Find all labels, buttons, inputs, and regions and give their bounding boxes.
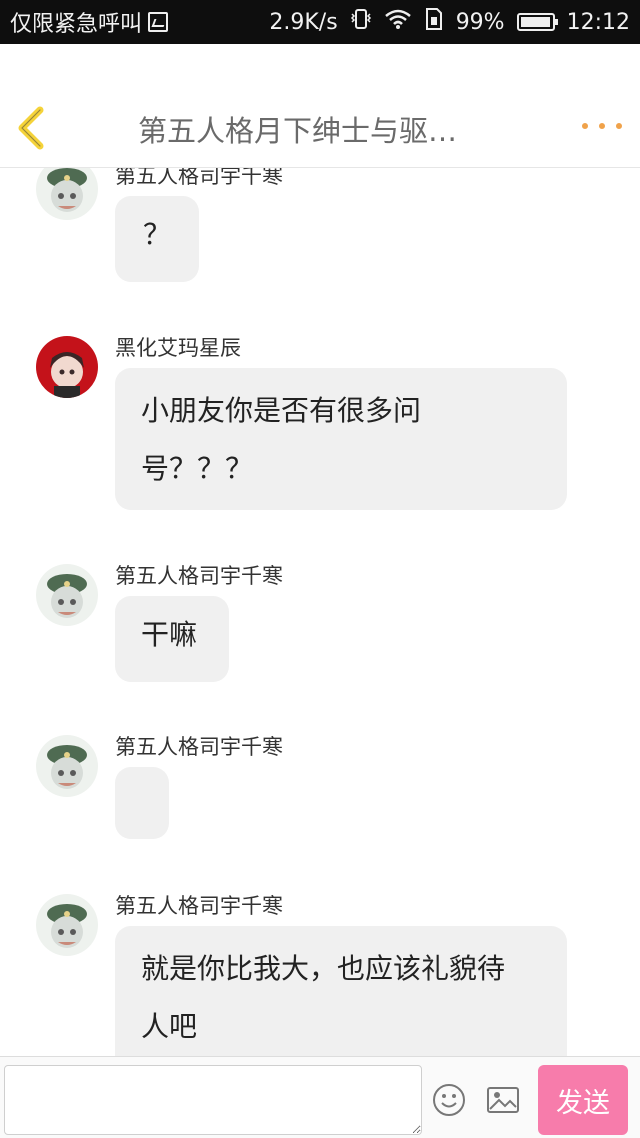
chat-title: 第五人格月下绅士与驱… <box>138 114 458 148</box>
emoji-button[interactable] <box>432 1083 466 1117</box>
send-button[interactable]: 发送 <box>538 1065 628 1135</box>
avatar[interactable] <box>36 564 98 626</box>
back-button[interactable] <box>14 106 54 150</box>
message-text: 就是你比我大，也应该礼貌待 <box>141 952 506 985</box>
avatar[interactable] <box>36 735 98 797</box>
message-item: 第五人格司宇千寒 ？ <box>0 168 640 286</box>
image-button[interactable] <box>486 1083 520 1117</box>
sim-icon <box>424 7 444 37</box>
message-text: 干嘛 <box>141 618 198 651</box>
avatar[interactable] <box>36 336 98 398</box>
carrier-text: 仅限紧急呼叫 <box>10 12 143 37</box>
clock: 12:12 <box>566 9 630 35</box>
message-bubble[interactable]: ？ <box>115 196 199 282</box>
wifi-icon <box>384 8 412 36</box>
more-dot-icon <box>616 123 622 129</box>
emoji-icon <box>433 1084 465 1116</box>
input-bar: 发送 <box>0 1056 640 1138</box>
sender-name: 第五人格司宇千寒 <box>115 735 283 759</box>
message-text: 人吧 <box>141 1010 198 1043</box>
message-item: 第五人格司宇千寒 <box>0 731 640 851</box>
message-list[interactable]: 第五人格司宇千寒 ？ 黑化艾玛星辰 小朋友你是否有很多问 号？？？ 第五人格司宇… <box>0 168 640 1056</box>
avatar[interactable] <box>36 168 98 220</box>
message-bubble[interactable]: 小朋友你是否有很多问 号？？？ <box>115 368 567 510</box>
more-options-button[interactable] <box>582 114 622 138</box>
status-bar: 仅限紧急呼叫 2.9K/s 99% 12:12 <box>0 0 640 44</box>
battery-percent: 99% <box>455 9 505 35</box>
message-input[interactable] <box>4 1065 422 1135</box>
green-hat-avatar-icon <box>36 735 98 797</box>
message-text: 小朋友你是否有很多问 <box>141 394 422 427</box>
red-avatar-icon <box>36 336 98 398</box>
message-item: 第五人格司宇千寒 就是你比我大，也应该礼貌待 人吧 <box>0 890 640 1056</box>
message-item: 第五人格司宇千寒 干嘛 <box>0 560 640 690</box>
image-notification-icon <box>148 12 169 32</box>
avatar[interactable] <box>36 894 98 956</box>
green-hat-avatar-icon <box>36 564 98 626</box>
image-icon <box>487 1087 519 1113</box>
message-item: 黑化艾玛星辰 小朋友你是否有很多问 号？？？ <box>0 328 640 518</box>
message-bubble[interactable] <box>115 767 169 839</box>
sender-name: 第五人格司宇千寒 <box>115 894 283 918</box>
message-bubble[interactable]: 就是你比我大，也应该礼貌待 人吧 <box>115 926 567 1056</box>
message-text: ？ <box>142 218 171 251</box>
message-bubble[interactable]: 干嘛 <box>115 596 229 682</box>
vibrate-icon <box>350 7 372 37</box>
more-dot-icon <box>599 123 605 129</box>
sender-name: 黑化艾玛星辰 <box>115 336 241 360</box>
green-hat-avatar-icon <box>36 168 98 220</box>
chat-header: 第五人格月下绅士与驱… <box>0 44 640 168</box>
chevron-left-icon <box>18 106 44 150</box>
message-text: 号？？？ <box>141 452 254 485</box>
sender-name: 第五人格司宇千寒 <box>115 168 283 188</box>
sender-name: 第五人格司宇千寒 <box>115 564 283 588</box>
green-hat-avatar-icon <box>36 894 98 956</box>
more-dot-icon <box>582 123 588 129</box>
network-speed: 2.9K/s <box>269 9 338 35</box>
battery-icon <box>516 13 558 31</box>
